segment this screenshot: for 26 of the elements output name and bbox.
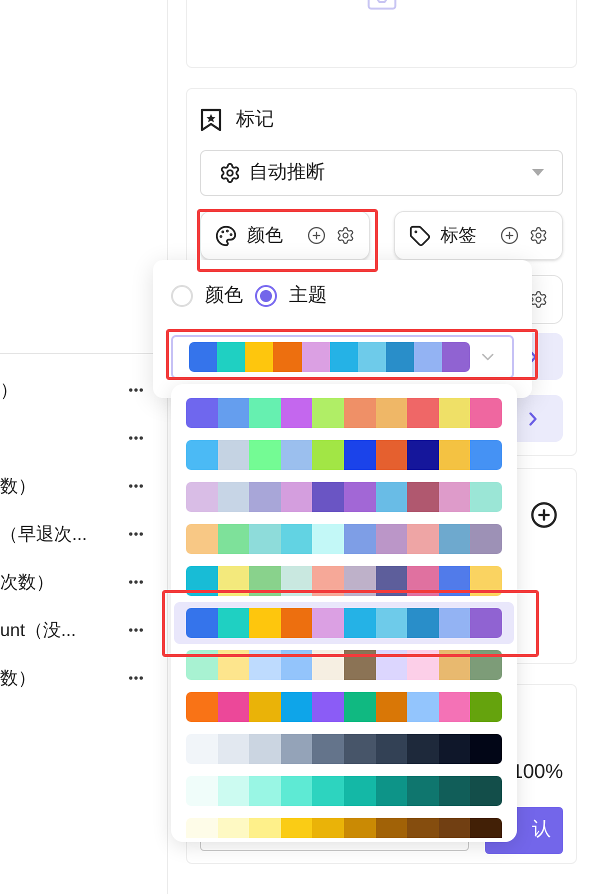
row-label: 数） [0, 666, 36, 690]
row-label: 次数） [0, 570, 54, 594]
section-title: 标记 [236, 108, 274, 132]
dropdown-caret-icon [532, 169, 544, 177]
add-icon[interactable] [306, 226, 326, 245]
tag-button[interactable]: 标签 [394, 211, 563, 260]
mode-select[interactable]: 自动推断 [200, 150, 563, 196]
row-label: 数） [0, 474, 36, 498]
bookmark-star-icon [200, 108, 222, 132]
percent-value: 100% [512, 760, 563, 785]
tag-icon [408, 224, 430, 246]
settings-icon [529, 290, 548, 309]
chevron-right-icon [529, 350, 537, 364]
row-label: （早退次... [0, 522, 88, 546]
row-label: ） [0, 378, 18, 402]
settings-icon [219, 162, 241, 184]
row-label: unt（没... [0, 618, 76, 642]
theme-select[interactable] [171, 334, 514, 378]
settings-icon[interactable] [336, 226, 354, 245]
settings-icon[interactable] [529, 226, 548, 245]
add-icon[interactable] [500, 226, 519, 245]
add-icon[interactable] [530, 501, 558, 529]
palette-icon [215, 224, 237, 246]
chevron-right-icon [529, 412, 537, 426]
radio-option[interactable]: 主题 [255, 282, 327, 310]
radio-option[interactable]: 颜色 [171, 282, 243, 310]
